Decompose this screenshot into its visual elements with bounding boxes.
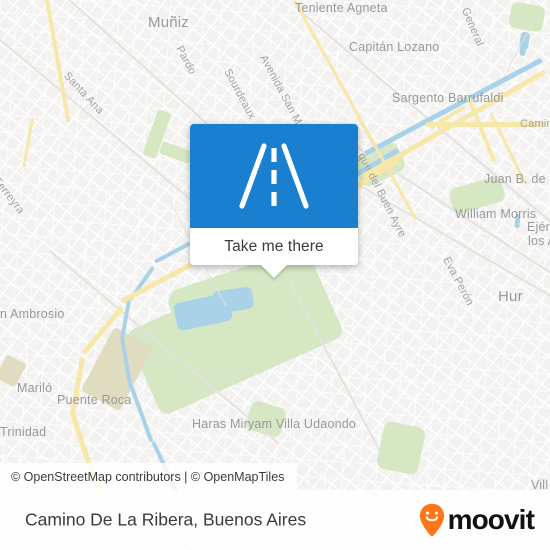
map-label: Puente Roca <box>57 393 132 407</box>
map-label: Eva Perón <box>440 255 476 308</box>
card-header <box>190 124 358 228</box>
map-label: William Morris <box>455 207 537 221</box>
card-pointer-tail <box>261 265 287 278</box>
map-label: Ferreyra <box>0 175 27 217</box>
map-label: Juan B. de La Sal <box>484 172 550 186</box>
map-label: Muñiz <box>148 14 190 31</box>
map-label: Teniente Agneta <box>295 1 388 15</box>
destination-popup-card[interactable]: Take me there <box>190 124 358 278</box>
road-icon <box>239 143 309 209</box>
map-canvas[interactable]: Muñiz Teniente Agneta Capitán Lozano Sargen… <box>0 0 550 490</box>
smiley-pin-icon <box>419 503 444 537</box>
take-me-there-label: Take me there <box>224 237 324 255</box>
map-label: Vill <box>531 478 549 490</box>
moovit-wordmark: moovit <box>447 504 535 535</box>
map-label: Pardo <box>173 44 199 77</box>
map-label: Trinidad <box>0 425 47 439</box>
map-label: Camin <box>520 118 550 130</box>
map-label: Hur <box>498 288 523 305</box>
attribution-text: © OpenStreetMap contributors | © OpenMap… <box>11 469 285 484</box>
map-label: Sourdeaux <box>221 67 258 122</box>
map-label: Mariló <box>17 381 53 395</box>
map-label: Ejérc <box>527 220 550 234</box>
map-label: Sargento Barrufaldi <box>392 91 504 105</box>
map-screenshot-root: Muñiz Teniente Agneta Capitán Lozano Sargen… <box>0 0 550 550</box>
map-label: Haras Miryam Villa Udaondo <box>192 417 357 431</box>
footer-bar: Camino De La Ribera, Buenos Aires moovit <box>0 490 550 550</box>
map-label: los A <box>528 234 550 248</box>
map-label: n Ambrosio <box>0 307 65 321</box>
map-label: Capitán Lozano <box>349 40 440 54</box>
map-label: General <box>458 6 486 49</box>
card-action-area[interactable]: Take me there <box>190 228 358 265</box>
map-label: Santa Ana <box>61 70 106 117</box>
map-label: que del Buen Ayre <box>355 151 409 240</box>
location-title: Camino De La Ribera, Buenos Aires <box>25 509 307 530</box>
moovit-logo[interactable]: moovit <box>419 503 535 537</box>
map-attribution-bar: © OpenStreetMap contributors | © OpenMap… <box>0 463 298 490</box>
